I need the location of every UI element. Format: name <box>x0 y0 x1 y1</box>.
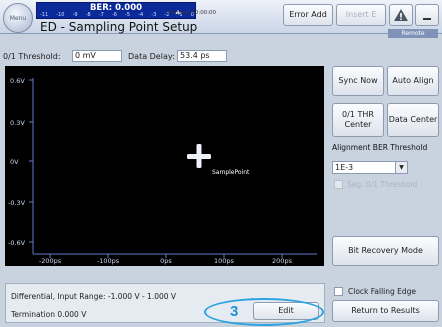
ber-threshold-value: 1E-3 <box>335 163 354 172</box>
ber-threshold-select[interactable]: 1E-3 ▼ <box>332 161 408 174</box>
bit-recovery-mode-button[interactable]: Bit Recovery Mode <box>332 236 439 266</box>
chevron-down-icon[interactable]: ▼ <box>395 162 407 173</box>
y-tick-label: -0.3V <box>8 199 26 207</box>
data-delay-field[interactable]: 53.4 ps <box>177 50 227 62</box>
ber-scale-tick: -10 <box>56 12 65 18</box>
ber-scale-tick: -5 <box>125 12 131 18</box>
ber-scale-tick: -8 <box>85 12 91 18</box>
alignment-ber-threshold-label: Alignment BER Threshold <box>332 143 428 152</box>
y-tick-label: -0.6V <box>8 239 26 247</box>
plot-canvas: 0.6V 0.3V 0V -0.3V -0.6V -200ps -100ps 0… <box>8 77 317 265</box>
sample-point-label: SamplePoint <box>212 169 250 176</box>
ber-scale-tick: -6 <box>111 12 117 18</box>
ber-scale-tick: -11 <box>40 12 49 18</box>
menu-button[interactable]: Menu <box>3 3 33 33</box>
ber-scale-tick: -9 <box>72 12 78 18</box>
error-add-button[interactable]: Error Add <box>283 4 333 26</box>
clock-falling-edge-checkbox[interactable] <box>334 287 343 296</box>
threshold-label: 0/1 Threshold: <box>3 52 61 61</box>
minimize-button[interactable] <box>415 4 439 26</box>
parameter-row: 0/1 Threshold: 0 mV Data Delay: 53.4 ps <box>0 49 326 64</box>
y-tick-label: 0V <box>10 158 19 166</box>
sampling-plot[interactable]: 0.6V 0.3V 0V -0.3V -0.6V -200ps -100ps 0… <box>5 66 324 266</box>
alarm-button[interactable] <box>389 4 413 26</box>
sync-now-button[interactable]: Sync Now <box>332 66 384 96</box>
x-tick-label: -200ps <box>39 257 62 265</box>
x-tick-label: 0ps <box>160 257 172 265</box>
elapsed-time: Elapsed 00:00:00 <box>168 10 217 16</box>
return-to-results-button[interactable]: Return to Results <box>332 300 439 322</box>
ber-scale-tick: -3 <box>151 12 157 18</box>
insert-error-button[interactable]: Insert E <box>336 4 386 26</box>
minimize-icon <box>423 18 431 20</box>
header-bar: Menu BER: 0.000 -11 -10 -9 -8 -7 -6 -5 -… <box>0 0 442 38</box>
data-delay-label: Data Delay: <box>128 52 175 61</box>
seg-threshold-checkbox[interactable] <box>334 180 343 189</box>
input-range-text: Differential, Input Range: -1.000 V - 1.… <box>11 292 177 301</box>
remote-status: Remote <box>388 29 438 38</box>
x-tick-label: 100ps <box>214 257 235 265</box>
clock-falling-edge-label: Clock Falling Edge <box>348 287 417 296</box>
x-tick-label: 200ps <box>272 257 293 265</box>
threshold-center-button[interactable]: 0/1 THR Center <box>332 103 384 137</box>
ber-scale-tick: -7 <box>98 12 104 18</box>
seg-threshold-label: Seg. 0/1 Threshold <box>347 180 418 189</box>
x-tick-label: -100ps <box>97 257 120 265</box>
callout-ellipse <box>204 298 324 326</box>
sample-point-marker[interactable] <box>187 144 211 168</box>
ber-scale-tick: -4 <box>138 12 144 18</box>
callout-number: 3 <box>230 303 239 320</box>
termination-text: Termination 0.000 V <box>11 310 87 319</box>
y-tick-label: 0.3V <box>10 119 25 127</box>
auto-align-button[interactable]: Auto Align <box>387 66 439 96</box>
data-center-button[interactable]: Data Center <box>387 103 439 137</box>
threshold-field[interactable]: 0 mV <box>72 50 122 62</box>
warning-icon <box>394 9 408 21</box>
page-title: ED - Sampling Point Setup <box>40 20 198 34</box>
y-tick-label: 0.6V <box>10 77 25 85</box>
crosshair-vertical <box>196 144 202 168</box>
